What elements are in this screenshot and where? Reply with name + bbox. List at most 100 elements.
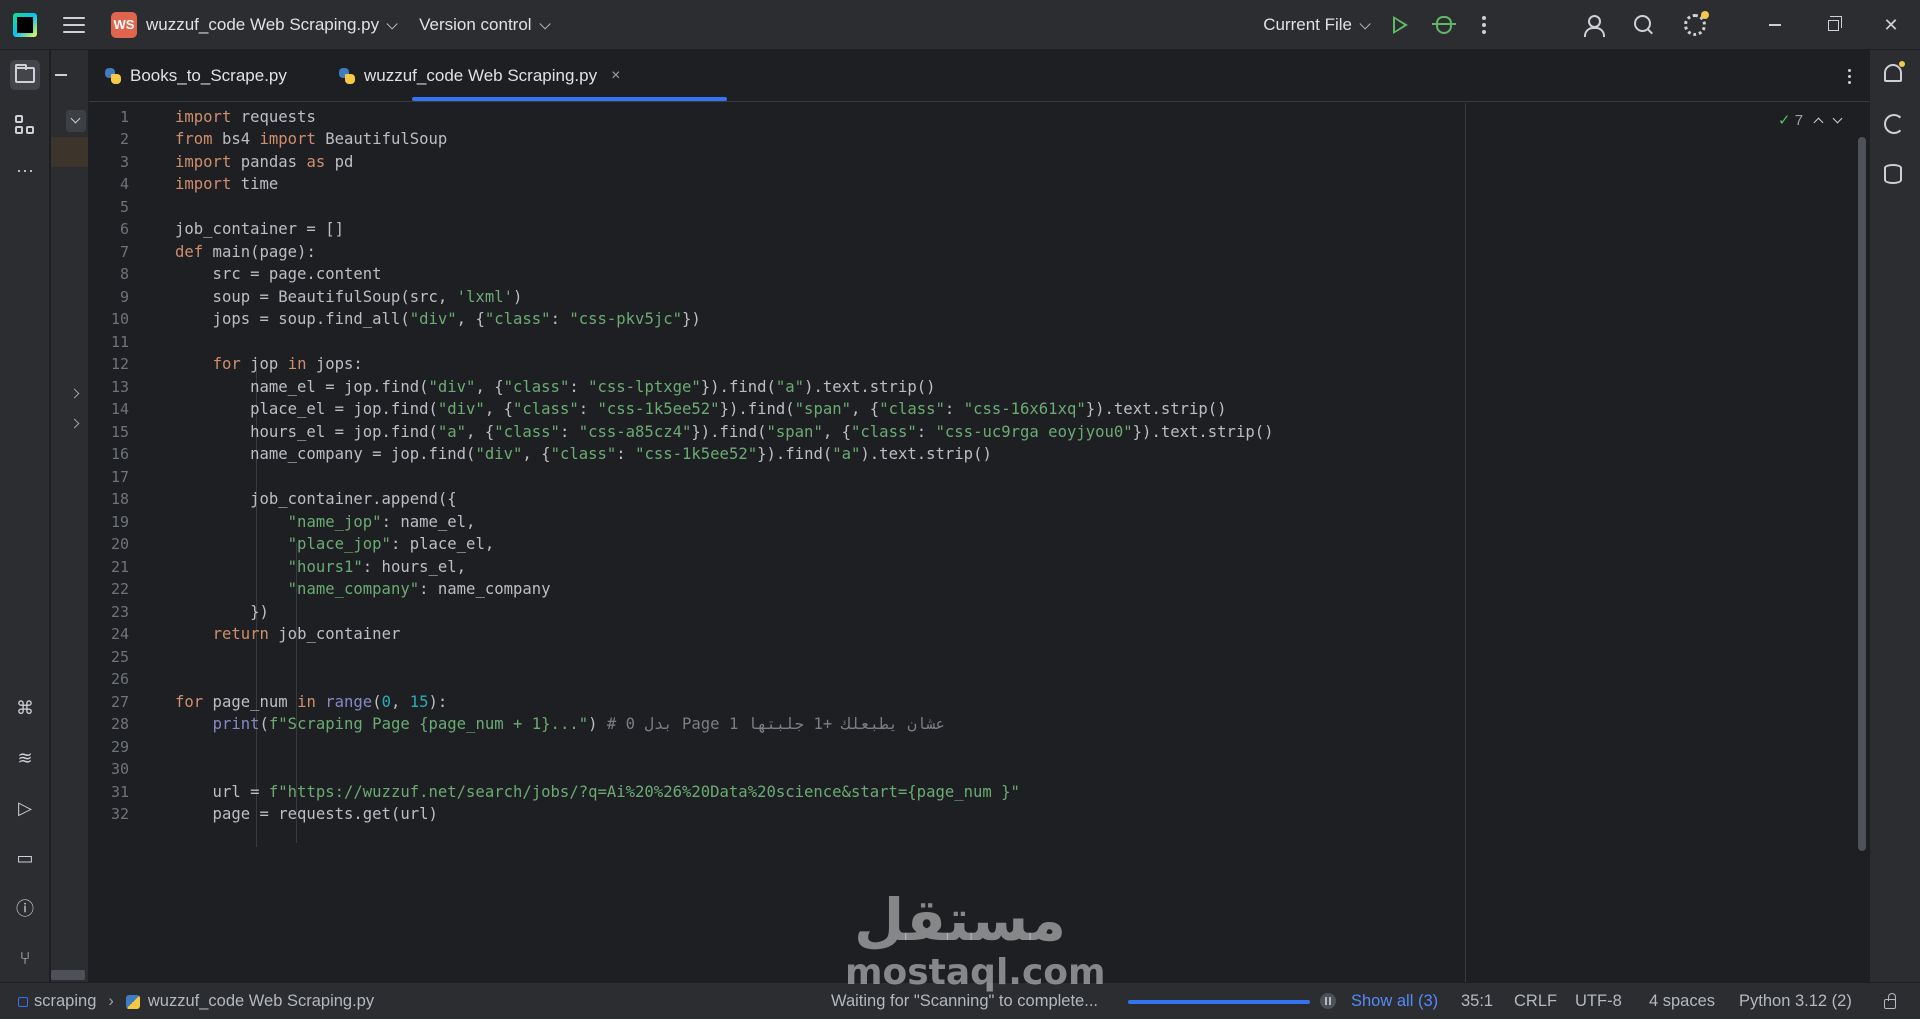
- line-number[interactable]: 7: [89, 243, 129, 261]
- python-console-icon[interactable]: ⌘: [10, 693, 40, 723]
- search-icon[interactable]: [1634, 15, 1654, 35]
- line-number[interactable]: 22: [89, 580, 129, 598]
- line-number[interactable]: 2: [89, 130, 129, 148]
- line-number[interactable]: 16: [89, 445, 129, 463]
- line-number[interactable]: 13: [89, 378, 129, 396]
- project-folder-icon[interactable]: [10, 60, 40, 90]
- code-text[interactable]: print(f"Scraping Page {page_num + 1}..."…: [175, 715, 945, 733]
- line-number[interactable]: 5: [89, 198, 129, 216]
- code-text[interactable]: for jop in jops:: [175, 355, 363, 373]
- more-tools-icon[interactable]: ···: [10, 155, 40, 185]
- code-text[interactable]: jops = soup.find_all("div", {"class": "c…: [175, 310, 701, 328]
- line-number[interactable]: 29: [89, 738, 129, 756]
- breadcrumb-project[interactable]: scraping: [34, 992, 96, 1011]
- python-packages-icon[interactable]: ≋: [10, 743, 40, 773]
- tab-books-to-scrape[interactable]: Books_to_Scrape.py: [105, 50, 287, 102]
- code-text[interactable]: return job_container: [175, 625, 401, 643]
- line-number[interactable]: 3: [89, 153, 129, 171]
- code-text[interactable]: hours_el = jop.find("a", {"class": "css-…: [175, 423, 1273, 441]
- horizontal-scrollbar[interactable]: [51, 970, 85, 980]
- line-number[interactable]: 20: [89, 535, 129, 553]
- tab-options-icon[interactable]: [1848, 69, 1851, 84]
- code-editor[interactable]: ✓ 7 1 import requests 2 from bs4 import Bea…: [89, 103, 1869, 982]
- minimize-button[interactable]: [1746, 0, 1804, 50]
- debug-icon[interactable]: [1432, 16, 1456, 34]
- code-text[interactable]: "name_jop": name_el,: [175, 513, 476, 531]
- collapse-button[interactable]: [66, 110, 86, 132]
- code-text[interactable]: place_el = jop.find("div", {"class": "cs…: [175, 400, 1226, 418]
- line-number[interactable]: 1: [89, 108, 129, 126]
- close-window-button[interactable]: ✕: [1862, 0, 1920, 50]
- code-text[interactable]: "place_jop": place_el,: [175, 535, 495, 553]
- vertical-scrollbar[interactable]: [1858, 137, 1866, 851]
- line-number[interactable]: 10: [89, 310, 129, 328]
- pause-icon[interactable]: [1320, 993, 1336, 1009]
- caret-position[interactable]: 35:1: [1461, 983, 1493, 1019]
- breadcrumb-file[interactable]: wuzzuf_code Web Scraping.py: [148, 992, 374, 1011]
- file-encoding[interactable]: UTF-8: [1575, 983, 1622, 1019]
- line-number[interactable]: 24: [89, 625, 129, 643]
- code-text[interactable]: name_company = jop.find("div", {"class":…: [175, 445, 992, 463]
- tab-wuzzuf-code[interactable]: wuzzuf_code Web Scraping.py ×: [339, 50, 620, 102]
- database-icon[interactable]: [1884, 164, 1908, 188]
- ai-assistant-icon[interactable]: [1884, 114, 1908, 138]
- hide-panel-icon[interactable]: [55, 74, 67, 76]
- line-number[interactable]: 27: [89, 693, 129, 711]
- version-control-menu[interactable]: Version control: [419, 15, 551, 35]
- line-number[interactable]: 23: [89, 603, 129, 621]
- python-interpreter[interactable]: Python 3.12 (2): [1739, 983, 1852, 1019]
- code-text[interactable]: url = f"https://wuzzuf.net/search/jobs/?…: [175, 783, 1020, 801]
- code-text[interactable]: soup = BeautifulSoup(src, 'lxml'): [175, 288, 523, 306]
- line-number[interactable]: 26: [89, 670, 129, 688]
- line-number[interactable]: 19: [89, 513, 129, 531]
- code-text[interactable]: page = requests.get(url): [175, 805, 438, 823]
- line-number[interactable]: 30: [89, 760, 129, 778]
- notifications-icon[interactable]: [1884, 61, 1908, 88]
- run-config-selector[interactable]: Current File: [1263, 15, 1371, 35]
- line-number[interactable]: 14: [89, 400, 129, 418]
- code-text[interactable]: "hours1": hours_el,: [175, 558, 466, 576]
- code-text[interactable]: import time: [175, 175, 278, 193]
- code-text[interactable]: }): [175, 603, 269, 621]
- lock-icon[interactable]: [1884, 993, 1896, 1009]
- line-number[interactable]: 8: [89, 265, 129, 283]
- add-user-icon[interactable]: [1584, 14, 1606, 37]
- line-number[interactable]: 21: [89, 558, 129, 576]
- code-text[interactable]: src = page.content: [175, 265, 382, 283]
- line-number[interactable]: 4: [89, 175, 129, 193]
- git-icon[interactable]: ⑂: [10, 943, 40, 973]
- code-text[interactable]: name_el = jop.find("div", {"class": "css…: [175, 378, 935, 396]
- close-icon[interactable]: ×: [611, 67, 620, 85]
- terminal-icon[interactable]: ▭: [10, 843, 40, 873]
- structure-icon[interactable]: [10, 110, 40, 140]
- line-number[interactable]: 15: [89, 423, 129, 441]
- code-text[interactable]: def main(page):: [175, 243, 316, 261]
- line-number[interactable]: 12: [89, 355, 129, 373]
- code-text[interactable]: job_container.append({: [175, 490, 457, 508]
- line-number[interactable]: 25: [89, 648, 129, 666]
- project-selector[interactable]: wuzzuf_code Web Scraping.py: [146, 15, 398, 35]
- line-number[interactable]: 31: [89, 783, 129, 801]
- gear-icon[interactable]: [1684, 11, 1709, 36]
- code-line[interactable]: 32 page = requests.get(url): [89, 801, 1869, 829]
- line-number[interactable]: 18: [89, 490, 129, 508]
- line-separator[interactable]: CRLF: [1514, 983, 1557, 1019]
- indent-setting[interactable]: 4 spaces: [1649, 983, 1715, 1019]
- line-number[interactable]: 32: [89, 805, 129, 823]
- services-icon[interactable]: ▷: [10, 793, 40, 823]
- chevron-right-icon[interactable]: [69, 388, 80, 399]
- main-menu-icon[interactable]: [63, 16, 85, 33]
- more-actions-icon[interactable]: [1482, 16, 1486, 34]
- line-number[interactable]: 11: [89, 333, 129, 351]
- code-text[interactable]: import pandas as pd: [175, 153, 353, 171]
- code-text[interactable]: from bs4 import BeautifulSoup: [175, 130, 447, 148]
- code-text[interactable]: job_container = []: [175, 220, 344, 238]
- restore-button[interactable]: [1804, 0, 1862, 50]
- problems-icon[interactable]: ⓘ: [10, 893, 40, 923]
- chevron-right-icon[interactable]: [69, 418, 80, 429]
- code-text[interactable]: import requests: [175, 108, 316, 126]
- selected-row[interactable]: [51, 137, 88, 167]
- line-number[interactable]: 28: [89, 715, 129, 733]
- code-text[interactable]: "name_company": name_company: [175, 580, 551, 598]
- code-text[interactable]: for page_num in range(0, 15):: [175, 693, 447, 711]
